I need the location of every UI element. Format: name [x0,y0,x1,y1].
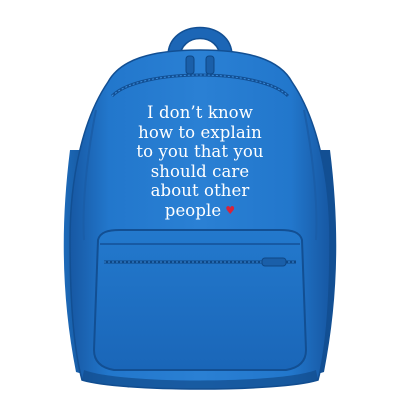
printed-quote: I don’t know how to explain to you that … [100,103,300,220]
quote-line-3: to you that you [136,142,264,161]
zipper-pull-right [205,55,215,75]
product-image: I don’t know how to explain to you that … [0,0,400,400]
quote-line-2: how to explain [138,122,262,142]
zipper-pull-left [185,55,195,75]
quote-line-4: should care [150,161,250,181]
quote-line-5: about other [150,181,250,200]
quote-line-6: people [164,200,222,220]
pocket-zipper-pull [261,257,287,267]
quote-line-1: I don’t know [147,103,253,122]
front-pocket [92,229,308,371]
heart-icon: ♥ [225,203,236,217]
